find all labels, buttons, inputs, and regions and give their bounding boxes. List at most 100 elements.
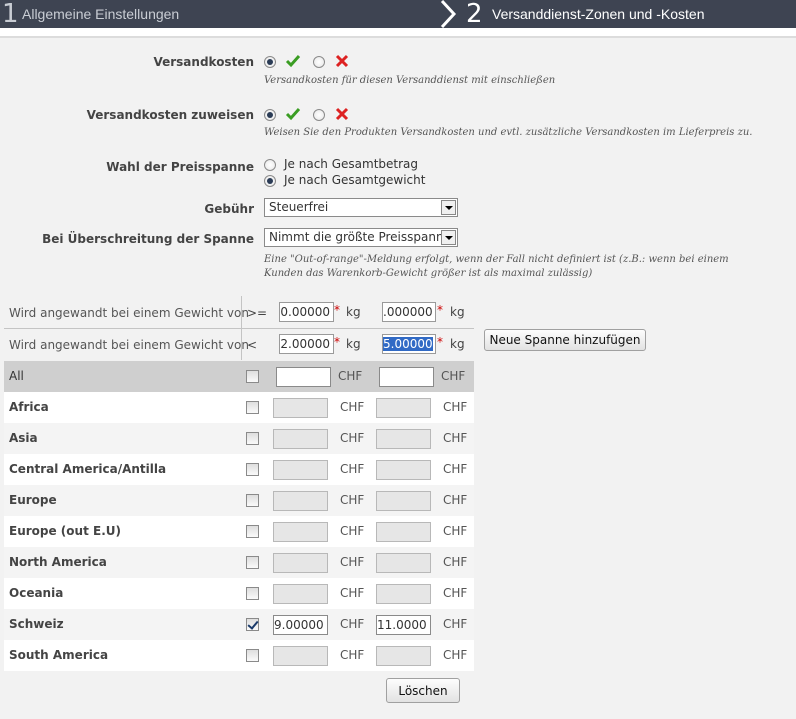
zone-input-2[interactable]	[376, 522, 431, 542]
range-to-input-2-value: 5.00000	[383, 337, 433, 351]
zone-input-2[interactable]: 11.0000	[376, 615, 431, 635]
zone-input-1[interactable]	[273, 584, 328, 604]
zone-checkbox[interactable]	[246, 463, 259, 476]
assign-costs-help: Weisen Sie den Produkten Versandkosten u…	[264, 127, 753, 138]
add-range-button[interactable]: Neue Spanne hinzufügen	[484, 329, 646, 351]
required-icon: *	[334, 303, 340, 317]
range-by-total-label: Je nach Gesamtbetrag	[284, 157, 419, 171]
zone-row: Asia CHF CHF	[4, 423, 474, 454]
zone-input-2[interactable]	[376, 460, 431, 480]
out-of-range-select[interactable]: Nimmt die größte Preisspanne	[264, 228, 458, 247]
zone-input-1[interactable]: 9.00000	[273, 615, 328, 635]
zone-row: Europe (out E.U) CHF CHF	[4, 516, 474, 547]
zone-name: Europe (out E.U)	[9, 524, 121, 538]
zone-row: Europe CHF CHF	[4, 485, 474, 516]
zone-all-label: All	[9, 369, 24, 383]
zone-row: Oceania CHF CHF	[4, 578, 474, 609]
currency-label: CHF	[338, 369, 363, 383]
fee-select[interactable]: Steuerfrei	[264, 198, 458, 217]
assign-costs-label: Versandkosten zuweisen	[86, 108, 254, 122]
zone-all-checkbox[interactable]	[246, 370, 259, 383]
currency-label: CHF	[443, 431, 468, 445]
zone-name: South America	[9, 648, 109, 662]
check-icon	[285, 55, 301, 68]
zone-row: Central America/Antilla CHF CHF	[4, 454, 474, 485]
zone-input-1[interactable]	[273, 646, 328, 666]
zone-input-1[interactable]	[273, 522, 328, 542]
currency-label: CHF	[443, 524, 468, 538]
fee-label: Gebühr	[204, 202, 254, 216]
delete-button[interactable]: Löschen	[386, 678, 460, 703]
zone-checkbox[interactable]	[246, 618, 259, 631]
zone-name: Europe	[9, 493, 57, 507]
zone-row: Schweiz 9.00000 CHF 11.0000 CHF	[4, 609, 474, 640]
chevron-down-icon	[441, 230, 456, 245]
out-of-range-help: Eine "Out-of-range"-Meldung erfolgt, wen…	[264, 254, 729, 279]
zone-all-input-1[interactable]	[276, 367, 331, 387]
chevron-down-icon	[441, 200, 456, 215]
zone-input-1[interactable]	[273, 460, 328, 480]
fee-select-value: Steuerfrei	[269, 200, 329, 214]
range-unit: kg	[346, 337, 361, 351]
shipping-costs-help: Versandkosten für diesen Versanddienst m…	[264, 75, 556, 86]
currency-label: CHF	[443, 493, 468, 507]
check-icon	[285, 108, 301, 121]
range-to-input-1[interactable]: 2.00000	[279, 334, 334, 354]
zone-checkbox[interactable]	[246, 556, 259, 569]
range-by-weight-radio[interactable]	[264, 175, 276, 187]
range-to-input-2[interactable]: 5.00000	[382, 334, 436, 354]
zone-name: Oceania	[9, 586, 64, 600]
zone-input-2[interactable]	[376, 429, 431, 449]
zone-input-1[interactable]	[273, 429, 328, 449]
currency-label: CHF	[443, 462, 468, 476]
range-from-input-2[interactable]: .000000	[382, 302, 436, 322]
wizard-step-general[interactable]: 1 Allgemeine Einstellungen	[0, 0, 440, 28]
zone-name: Africa	[9, 400, 49, 414]
wizard-header: 1 Allgemeine Einstellungen 2 Versanddien…	[0, 0, 796, 28]
required-icon: *	[437, 303, 443, 317]
zone-all-input-2[interactable]	[379, 367, 434, 387]
range-from-label: Wird angewandt bei einem Gewicht von	[9, 306, 249, 320]
zone-checkbox[interactable]	[246, 494, 259, 507]
zone-input-2[interactable]	[376, 646, 431, 666]
range-unit: kg	[450, 305, 465, 319]
assign-costs-yes-radio[interactable]	[264, 109, 276, 121]
range-from-input-1[interactable]: 0.00000	[279, 302, 334, 322]
range-by-total-radio[interactable]	[264, 159, 276, 171]
zone-checkbox[interactable]	[246, 525, 259, 538]
step-label: Versanddienst-Zonen und -Kosten	[492, 6, 705, 22]
currency-label: CHF	[340, 462, 365, 476]
currency-label: CHF	[443, 648, 468, 662]
shipping-costs-yes-radio[interactable]	[264, 56, 276, 68]
zone-checkbox[interactable]	[246, 432, 259, 445]
zone-row: South America CHF CHF	[4, 640, 474, 671]
wizard-step-zones[interactable]: 2 Versanddienst-Zonen und -Kosten	[440, 0, 796, 28]
shipping-costs-no-radio[interactable]	[313, 56, 325, 68]
currency-label: CHF	[340, 400, 365, 414]
currency-label: CHF	[340, 493, 365, 507]
zone-input-1[interactable]	[273, 398, 328, 418]
zone-input-1[interactable]	[273, 553, 328, 573]
zone-input-2[interactable]	[376, 584, 431, 604]
currency-label: CHF	[340, 555, 365, 569]
currency-label: CHF	[443, 555, 468, 569]
zone-checkbox[interactable]	[246, 587, 259, 600]
currency-label: CHF	[443, 400, 468, 414]
zone-name: Schweiz	[9, 617, 64, 631]
currency-label: CHF	[441, 369, 466, 383]
zone-input-2[interactable]	[376, 491, 431, 511]
zone-checkbox[interactable]	[246, 401, 259, 414]
assign-costs-no-radio[interactable]	[313, 109, 325, 121]
zone-name: Asia	[9, 431, 38, 445]
zone-checkbox[interactable]	[246, 649, 259, 662]
currency-label: CHF	[443, 617, 468, 631]
step-number: 2	[466, 0, 483, 29]
zone-input-1[interactable]	[273, 491, 328, 511]
range-lt-operator: <	[247, 338, 258, 352]
zone-input-2[interactable]	[376, 553, 431, 573]
range-unit: kg	[450, 337, 465, 351]
range-unit: kg	[346, 305, 361, 319]
zone-input-2[interactable]	[376, 398, 431, 418]
currency-label: CHF	[340, 431, 365, 445]
out-of-range-label: Bei Überschreitung der Spanne	[42, 232, 254, 246]
